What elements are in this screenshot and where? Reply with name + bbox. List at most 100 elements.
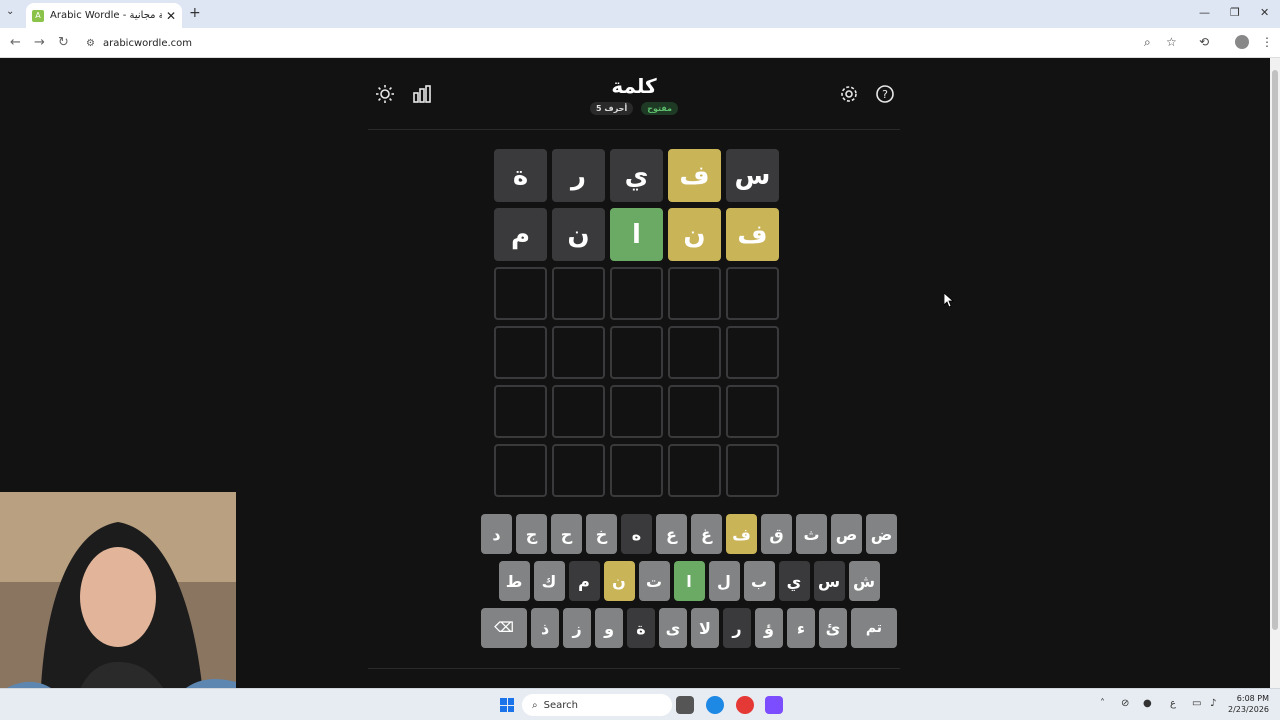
close-tab-icon[interactable]: ✕ [166,9,176,23]
keyboard-key[interactable]: ن [603,561,635,601]
volume-icon[interactable]: ♪ [1210,698,1216,709]
network-icon[interactable]: ⊘ [1121,698,1129,709]
display-icon[interactable]: ▭ [1192,698,1201,709]
keyboard-key[interactable]: ح [551,514,582,554]
new-tab-icon[interactable]: + [189,5,201,21]
grid-tile [610,385,663,438]
tab-search-icon[interactable]: ⌄ [6,6,14,17]
grid-tile [494,385,547,438]
mode-badge: مفتوح [641,102,678,115]
guess-row [492,326,779,379]
keyboard-key[interactable]: ؤ [754,608,783,648]
question-circle-icon[interactable]: ? [873,84,897,108]
keyboard-key[interactable]: د [481,514,512,554]
favicon-icon: A [32,9,44,22]
url-field[interactable]: ⚙ arabicwordle.com [86,34,1226,54]
tray-chevron-icon[interactable]: ˄ [1100,698,1105,709]
clock-time: 6:08 PM [1236,694,1270,703]
gear-icon[interactable] [837,84,861,108]
grid-tile [668,326,721,379]
page-scrollbar[interactable] [1270,58,1280,688]
footer-divider [368,668,900,669]
keyboard-key[interactable]: ث [796,514,827,554]
system-clock[interactable]: 6:08 PM 2/23/2026 [1228,693,1269,715]
keyboard-key[interactable]: ا [673,561,705,601]
enter-key[interactable]: تم [850,608,897,648]
keyboard-key[interactable]: ق [761,514,792,554]
grid-tile [552,326,605,379]
grid-tile [668,267,721,320]
taskbar-search[interactable]: ⌕ Search [522,694,672,716]
zoom-icon[interactable]: ⌕ [1144,35,1151,50]
keyboard-key[interactable]: ي [778,561,810,601]
keyboard-key[interactable]: ض [866,514,897,554]
tab-title: Arabic Wordle - لعبة كلمات عربية مجانية [50,10,162,21]
windows-start-icon[interactable] [500,698,514,712]
grid-tile [610,267,663,320]
keyboard-key[interactable]: ئ [818,608,847,648]
windows-taskbar: ⌕ Search ˄ ⊘ ● ع ▭ ♪ 6:08 PM 2/23/2026 [0,688,1280,720]
scroll-thumb[interactable] [1272,70,1278,630]
webcam-overlay [0,492,236,720]
keyboard-key[interactable]: ش [848,561,880,601]
keyboard-key[interactable]: غ [691,514,722,554]
history-icon[interactable]: ⟲ [1199,35,1209,49]
game-badges: 5 أحرف مفتوح [368,102,900,115]
keyboard-key[interactable]: ج [516,514,547,554]
grid-tile: ف [668,149,721,202]
game-title: كلمة [611,74,657,98]
backspace-icon[interactable]: ⌫ [481,608,528,648]
grid-tile [552,444,605,497]
discord-icon[interactable] [765,696,783,714]
keyboard-key[interactable]: لا [691,608,719,648]
reload-icon[interactable]: ↻ [58,35,69,50]
menu-icon[interactable]: ⋮ [1261,35,1273,49]
grid-tile: م [494,208,547,261]
keyboard-key[interactable]: ل [708,561,740,601]
microphone-icon[interactable]: ● [1143,698,1152,709]
keyboard-key[interactable]: ت [638,561,670,601]
keyboard-key[interactable]: ز [563,608,592,648]
keyboard-key[interactable]: ذ [531,608,560,648]
profile-avatar[interactable] [1235,35,1249,49]
keyboard-key[interactable]: ط [498,561,530,601]
close-window-icon[interactable]: ✕ [1260,6,1269,19]
keyboard-key[interactable]: ص [831,514,862,554]
keyboard-key[interactable]: ء [786,608,815,648]
grid-tile [668,444,721,497]
forward-icon[interactable]: → [34,35,45,50]
keyboard-key[interactable]: ه [621,514,652,554]
keyboard-key[interactable]: ر [722,608,751,648]
keyboard-key[interactable]: خ [586,514,617,554]
keyboard-key[interactable]: ع [656,514,687,554]
browser-tab[interactable]: A Arabic Wordle - لعبة كلمات عربية مجاني… [26,3,182,28]
keyboard-key[interactable]: ف [726,514,757,554]
grid-tile [726,444,779,497]
grid-tile [552,385,605,438]
letters-badge: 5 أحرف [590,102,634,115]
minimize-icon[interactable]: — [1199,6,1210,19]
input-language[interactable]: ع [1170,698,1176,709]
grid-tile [726,267,779,320]
edge-icon[interactable] [706,696,724,714]
keyboard-key[interactable]: ة [627,608,656,648]
keyboard-key[interactable]: و [595,608,624,648]
keyboard-key[interactable]: ب [743,561,775,601]
bookmark-star-icon[interactable]: ☆ [1166,35,1177,49]
keyboard-key[interactable]: ى [659,608,687,648]
guess-row: فنانم [492,208,779,261]
url-text: arabicwordle.com [102,38,193,49]
guess-row [492,444,779,497]
guess-row: سفيرة [492,149,779,202]
chrome-icon[interactable] [736,696,754,714]
grid-tile: س [726,149,779,202]
grid-tile [610,326,663,379]
task-view-icon[interactable] [676,696,694,714]
keyboard-key[interactable]: س [813,561,845,601]
keyboard-key[interactable]: ك [533,561,565,601]
back-icon[interactable]: ← [10,35,21,50]
keyboard-key[interactable]: م [568,561,600,601]
site-info-icon[interactable]: ⚙ [86,34,95,54]
grid-tile [726,385,779,438]
restore-icon[interactable]: ❐ [1230,6,1240,19]
